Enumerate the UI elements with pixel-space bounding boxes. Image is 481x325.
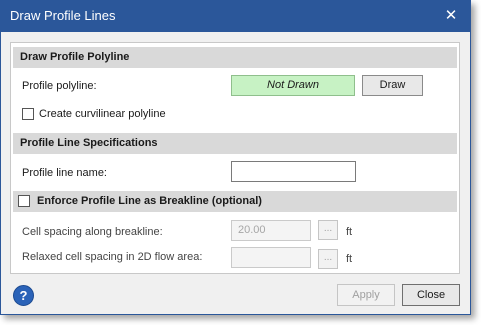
section-header-draw: Draw Profile Polyline (13, 47, 457, 68)
dialog-title: Draw Profile Lines (10, 8, 116, 23)
section-title-breakline[interactable]: Enforce Profile Line as Breakline (optio… (37, 195, 262, 207)
close-icon[interactable]: ✕ (441, 6, 461, 26)
cell-spacing-label: Cell spacing along breakline: (22, 226, 163, 238)
dialog-window: Draw Profile Lines ✕ Draw Profile Polyli… (0, 0, 471, 315)
help-icon[interactable]: ? (13, 285, 34, 306)
cell-spacing-unit: ft (346, 226, 353, 238)
section-header-spec: Profile Line Specifications (13, 133, 457, 154)
curvilinear-label[interactable]: Create curvilinear polyline (39, 108, 166, 120)
curvilinear-checkbox[interactable] (22, 108, 34, 120)
cell-spacing-input[interactable]: 20.00 (231, 220, 311, 241)
profile-line-name-input[interactable] (231, 161, 356, 182)
section-header-breakline: Enforce Profile Line as Breakline (optio… (13, 191, 457, 212)
relaxed-spacing-label: Relaxed cell spacing in 2D flow area: (22, 251, 203, 263)
relaxed-spacing-input[interactable] (231, 247, 311, 268)
relaxed-spacing-unit: ft (346, 253, 353, 265)
profile-polyline-label: Profile polyline: (22, 80, 97, 92)
enforce-breakline-checkbox[interactable] (18, 195, 30, 207)
draw-button[interactable]: Draw (362, 75, 423, 96)
title-bar[interactable]: Draw Profile Lines ✕ (1, 1, 470, 32)
section-title-draw: Draw Profile Polyline (20, 51, 130, 63)
profile-line-name-label: Profile line name: (22, 167, 107, 179)
close-button[interactable]: Close (402, 284, 460, 306)
content-panel: Draw Profile Polyline Profile polyline: … (10, 42, 460, 274)
section-title-spec: Profile Line Specifications (20, 137, 158, 149)
polyline-status-box: Not Drawn (231, 75, 355, 96)
cell-spacing-browse-button[interactable]: ... (318, 220, 338, 240)
relaxed-spacing-browse-button[interactable]: ... (318, 249, 338, 269)
apply-button[interactable]: Apply (337, 284, 395, 306)
